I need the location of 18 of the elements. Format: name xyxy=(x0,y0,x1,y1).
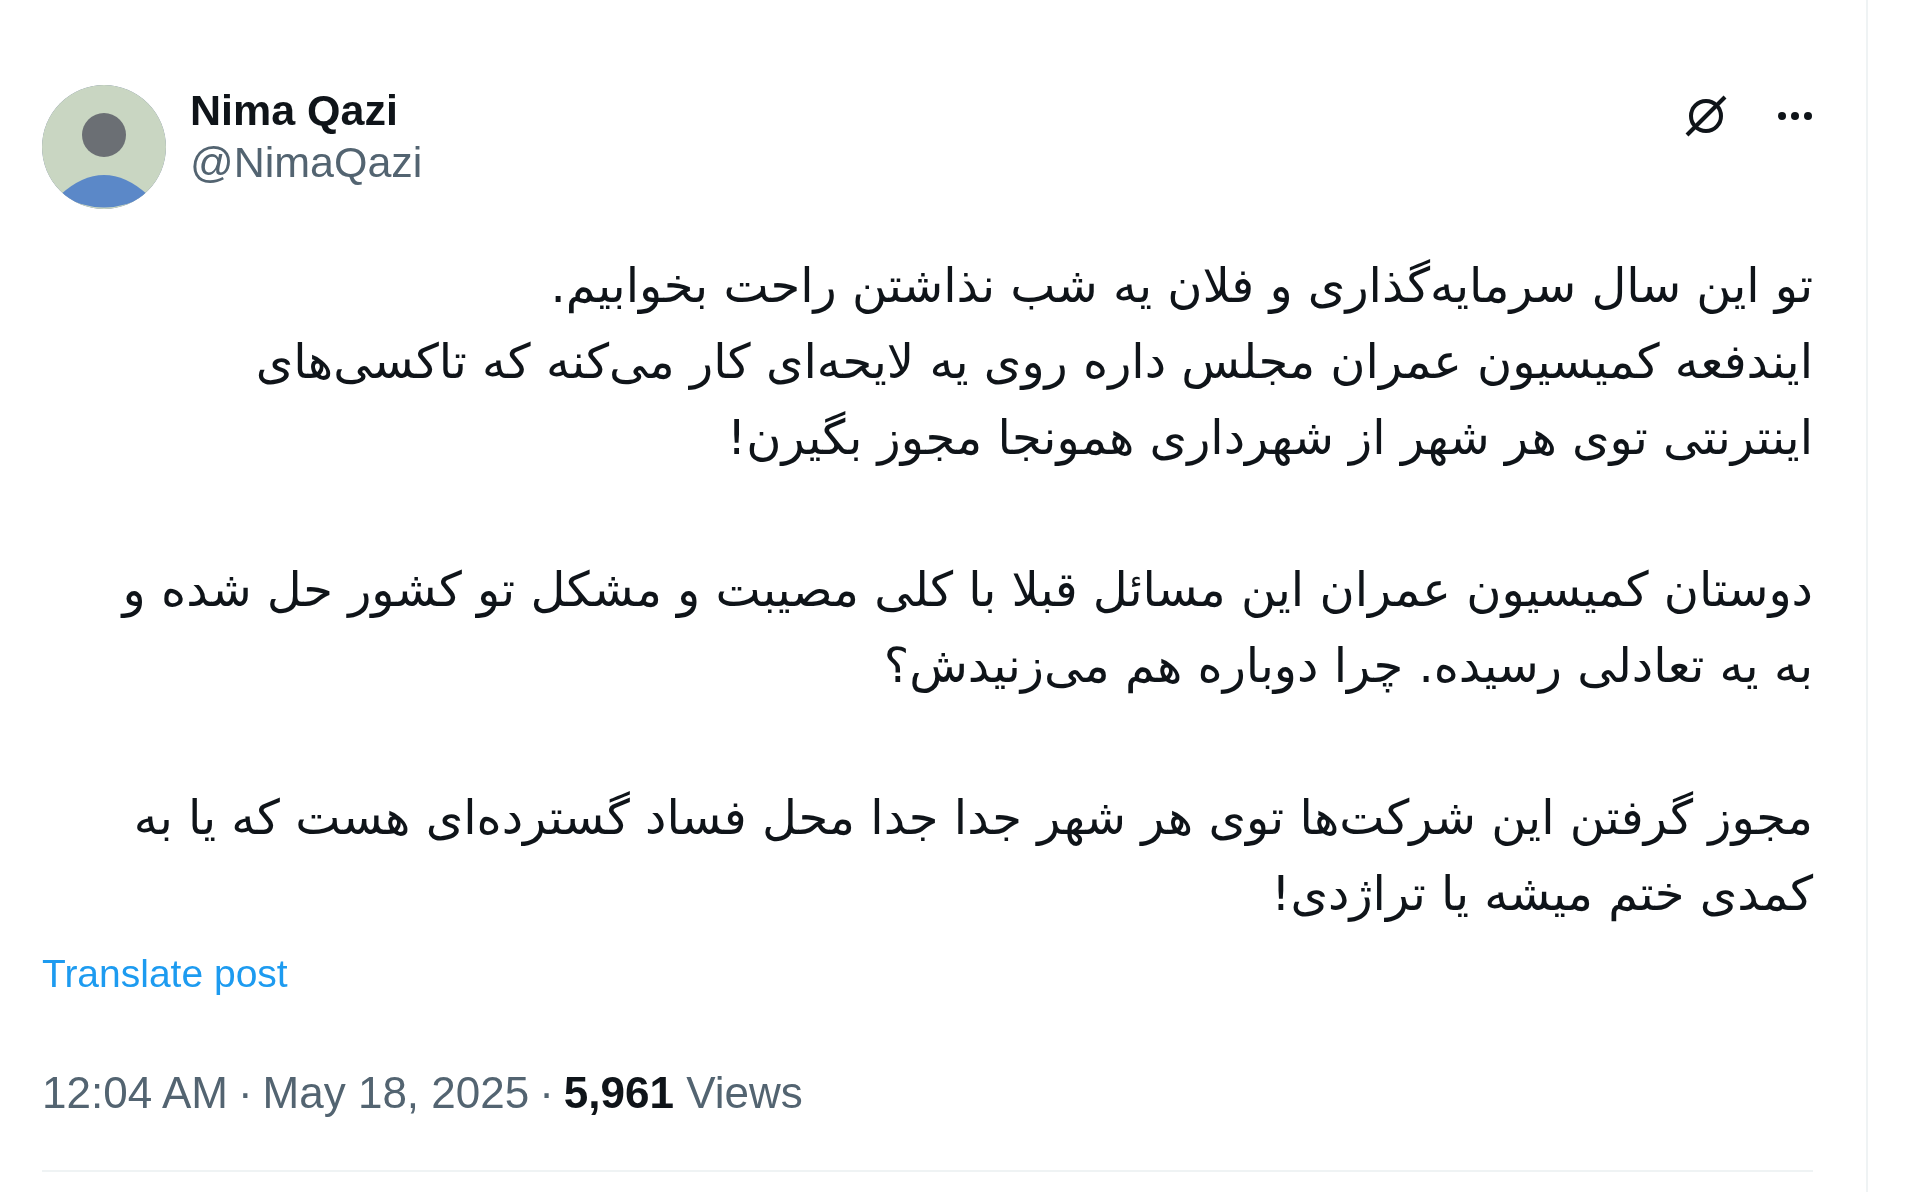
views-count: 5,961 xyxy=(563,1066,674,1119)
views-label: Views xyxy=(685,1066,803,1119)
more-icon[interactable] xyxy=(1777,111,1813,121)
post-time[interactable]: 12:04 AM xyxy=(42,1059,228,1126)
separator-dot: · xyxy=(539,1066,554,1119)
post-text-line: اینترنتی توی هر شهر از شهرداری همونجا مجوز بگیرن! xyxy=(726,409,1813,465)
post-text-line: تو این سال سرمایه‌گذاری و فلان یه شب نذاشتن راحت بخوابیم. xyxy=(550,257,1813,313)
separator-dot: · xyxy=(237,1066,253,1119)
post-text-line: دوستان کمیسیون عمران این مسائل قبلا با کلی مصیبت و مشکل تو کشور حل شده و xyxy=(122,561,1813,617)
post-text-line: کمدی ختم میشه یا تراژدی! xyxy=(1271,865,1813,921)
post-date[interactable]: May 18, 2025 xyxy=(262,1059,530,1126)
post-text-line: به یه تعادلی رسیده. چرا دوباره هم می‌زنیدش؟ xyxy=(883,637,1813,693)
author-name[interactable]: Nima Qazi xyxy=(190,85,423,137)
author-handle[interactable]: @NimaQazi xyxy=(190,136,423,189)
post-text-line: ایندفعه کمیسیون عمران مجلس داره روی یه لایحه‌ای کار می‌کنه که تاکسی‌های xyxy=(255,333,1813,389)
slashed-circle-icon[interactable] xyxy=(1683,93,1729,139)
avatar[interactable] xyxy=(42,85,166,209)
post-text-line: مجوز گرفتن این شرکت‌ها توی هر شهر جدا جدا محل فساد گسترده‌ای هست که یا به xyxy=(133,789,1813,845)
